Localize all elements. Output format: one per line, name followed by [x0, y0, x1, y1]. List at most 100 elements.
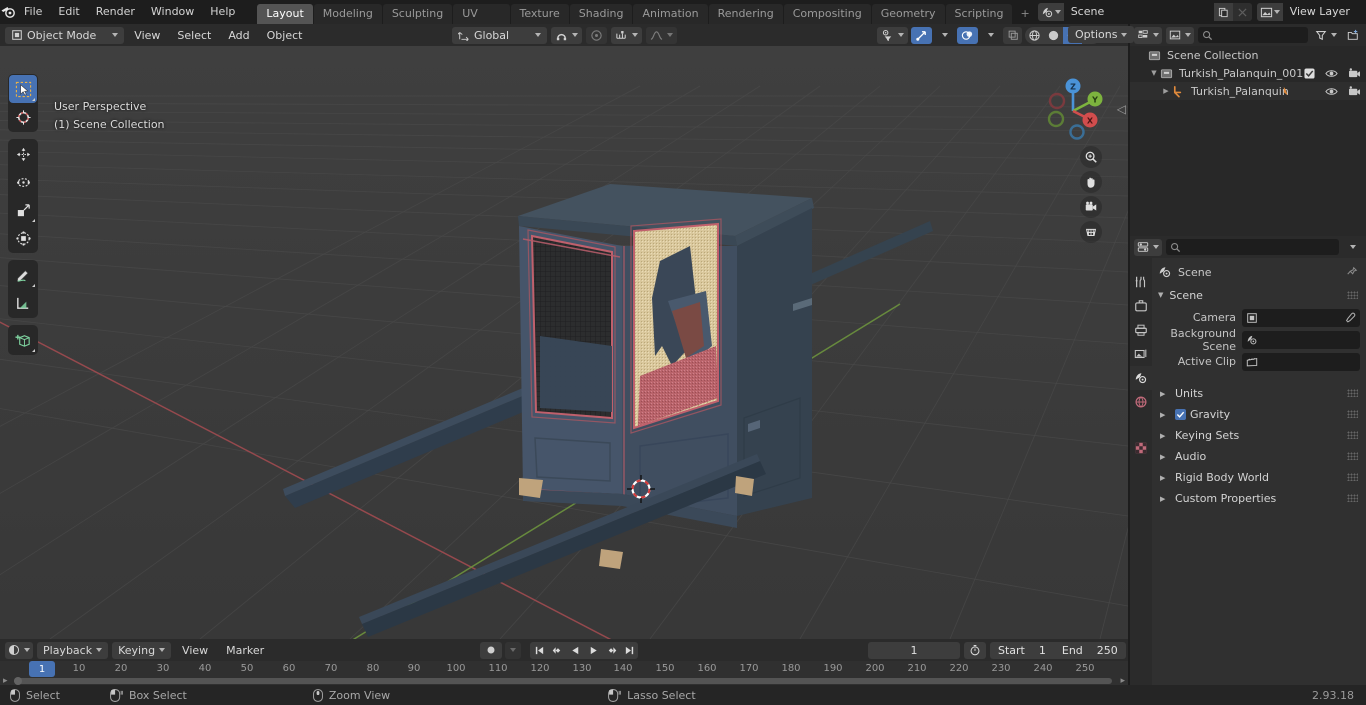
jump-to-start-button[interactable]: [530, 642, 548, 659]
viewport-options-button[interactable]: Options: [1068, 26, 1135, 43]
use-preview-range-button[interactable]: [964, 641, 986, 659]
menu-render[interactable]: Render: [88, 3, 143, 21]
properties-panel[interactable]: Scene ▼ Scene Camera Background Scene Ac…: [1130, 236, 1366, 685]
pan-view-button[interactable]: [1080, 171, 1102, 193]
playback-popover-button[interactable]: Playback: [37, 641, 109, 659]
menu-help[interactable]: Help: [202, 3, 243, 21]
collapse-triangle-icon[interactable]: ▶: [1160, 390, 1168, 398]
outliner-row-scene-collection[interactable]: Scene Collection: [1130, 46, 1366, 64]
collapse-triangle-icon[interactable]: ▶: [1160, 495, 1168, 503]
tab-uv-editing[interactable]: UV Editing: [453, 4, 510, 40]
viewport-menu-object[interactable]: Object: [260, 27, 310, 44]
scale-tool-button[interactable]: [9, 196, 37, 224]
properties-tab-scene[interactable]: [1130, 366, 1152, 390]
scene-panel-header[interactable]: ▼ Scene: [1158, 285, 1360, 305]
scene-icon[interactable]: [1037, 3, 1064, 21]
add-workspace-button[interactable]: +: [1013, 4, 1036, 24]
end-frame-field[interactable]: End 250: [1054, 642, 1126, 659]
tweak-tool-button[interactable]: [9, 75, 37, 103]
collapse-triangle-icon[interactable]: ▶: [1160, 411, 1168, 419]
overlays-toggle[interactable]: [957, 26, 978, 44]
tab-layout[interactable]: Layout: [257, 4, 313, 24]
mode-selector[interactable]: Object Mode: [5, 26, 125, 44]
tab-modeling[interactable]: Modeling: [313, 4, 382, 24]
hide-in-viewport-icon[interactable]: [1325, 68, 1338, 79]
proportional-edit-toggle[interactable]: [586, 26, 608, 44]
unlink-scene-button[interactable]: [1232, 3, 1252, 21]
units-subpanel[interactable]: ▶ Units: [1158, 383, 1360, 404]
viewlayer-name-field[interactable]: View Layer: [1282, 3, 1366, 21]
properties-tab-view-layer[interactable]: [1130, 342, 1152, 366]
tab-geometry-nodes[interactable]: Geometry Nodes: [871, 4, 945, 40]
tab-compositing[interactable]: Compositing: [783, 4, 871, 24]
jump-to-end-button[interactable]: [620, 642, 638, 659]
viewport-menu-view[interactable]: View: [127, 27, 167, 44]
wireframe-shading-button[interactable]: [1025, 27, 1044, 44]
tab-texture-paint[interactable]: Texture Paint: [510, 4, 569, 40]
tab-rendering[interactable]: Rendering: [708, 4, 783, 24]
zoom-view-button[interactable]: [1080, 146, 1102, 168]
toggle-orthographic-button[interactable]: [1080, 221, 1102, 243]
camera-field[interactable]: [1242, 308, 1360, 327]
viewport-menu-select[interactable]: Select: [170, 27, 218, 44]
frame-range-fields[interactable]: Start 1 End 250: [990, 641, 1126, 659]
scene-selector[interactable]: Scene: [1037, 3, 1252, 21]
jump-to-previous-keyframe-button[interactable]: [548, 642, 566, 659]
gizmo-toggle[interactable]: [911, 26, 932, 44]
viewport-render[interactable]: [0, 46, 1128, 639]
collapse-triangle-icon[interactable]: ▶: [1160, 474, 1168, 482]
active-clip-field[interactable]: [1242, 352, 1360, 371]
add-cube-tool-button[interactable]: [9, 326, 37, 354]
outliner-row-collection[interactable]: ▼ Turkish_Palanquin_001: [1130, 64, 1366, 82]
overlays-dropdown[interactable]: [981, 27, 1000, 44]
properties-tab-render[interactable]: [1130, 294, 1152, 318]
timeline-menu-marker[interactable]: Marker: [219, 642, 271, 659]
tab-shading[interactable]: Shading: [569, 4, 633, 24]
viewlayer-selector[interactable]: View Layer: [1256, 3, 1366, 21]
play-reverse-button[interactable]: [566, 642, 584, 659]
pin-icon[interactable]: [1346, 266, 1358, 278]
snap-target-dropdown[interactable]: [611, 26, 643, 44]
scene-name-field[interactable]: Scene: [1063, 3, 1214, 21]
navigation-gizmo[interactable]: Z Y X: [1036, 74, 1110, 148]
properties-search-input[interactable]: [1166, 239, 1339, 255]
properties-options-dropdown[interactable]: [1343, 239, 1362, 256]
background-scene-field[interactable]: [1242, 330, 1360, 349]
move-tool-button[interactable]: [9, 140, 37, 168]
proportional-falloff-dropdown[interactable]: [646, 26, 678, 44]
keying-sets-subpanel[interactable]: ▶ Keying Sets: [1158, 425, 1360, 446]
cursor-tool-button[interactable]: [9, 103, 37, 131]
hide-in-viewport-icon[interactable]: [1325, 86, 1338, 97]
3d-viewport[interactable]: Object Mode View Select Add Object Globa…: [0, 24, 1128, 639]
camera-view-button[interactable]: [1080, 196, 1102, 218]
playhead[interactable]: 1: [29, 661, 55, 677]
xray-toggle[interactable]: [1003, 26, 1022, 44]
transform-orientation-selector[interactable]: Global: [452, 26, 548, 44]
menu-file[interactable]: File: [16, 3, 50, 21]
outliner-row-object[interactable]: ▶ Turkish_Palanquin: [1130, 82, 1366, 100]
timeline-ruler[interactable]: 10 20 30 40 50 60 70 80 90 100 110 120 1…: [0, 661, 1128, 677]
tab-animation[interactable]: Animation: [633, 4, 708, 24]
visibility-filter-dropdown[interactable]: [877, 26, 908, 44]
annotate-tool-button[interactable]: [9, 261, 37, 289]
play-button[interactable]: [584, 642, 602, 659]
outliner-filter-button[interactable]: [1312, 27, 1340, 44]
menu-edit[interactable]: Edit: [50, 3, 87, 21]
keying-popover-button[interactable]: Keying: [112, 641, 172, 659]
properties-tab-world[interactable]: [1130, 390, 1152, 414]
current-frame-field[interactable]: 1: [868, 641, 960, 659]
jump-to-next-keyframe-button[interactable]: [602, 642, 620, 659]
properties-tab-texture[interactable]: [1130, 436, 1152, 460]
tab-scripting[interactable]: Scripting: [945, 4, 1013, 24]
expand-triangle-down-icon[interactable]: ▼: [1148, 69, 1160, 77]
transform-tool-button[interactable]: [9, 224, 37, 252]
outliner-display-mode-button[interactable]: [1166, 26, 1194, 44]
auto-keying-dropdown[interactable]: [505, 641, 521, 659]
menu-window[interactable]: Window: [143, 3, 202, 21]
disable-in-renders-icon[interactable]: [1348, 85, 1361, 97]
new-scene-button[interactable]: [1213, 3, 1233, 21]
viewport-menu-add[interactable]: Add: [221, 27, 256, 44]
timeline-editor-type-button[interactable]: [5, 641, 33, 659]
snapping-magnet-toggle[interactable]: [551, 26, 583, 44]
disable-in-renders-icon[interactable]: [1348, 67, 1361, 79]
